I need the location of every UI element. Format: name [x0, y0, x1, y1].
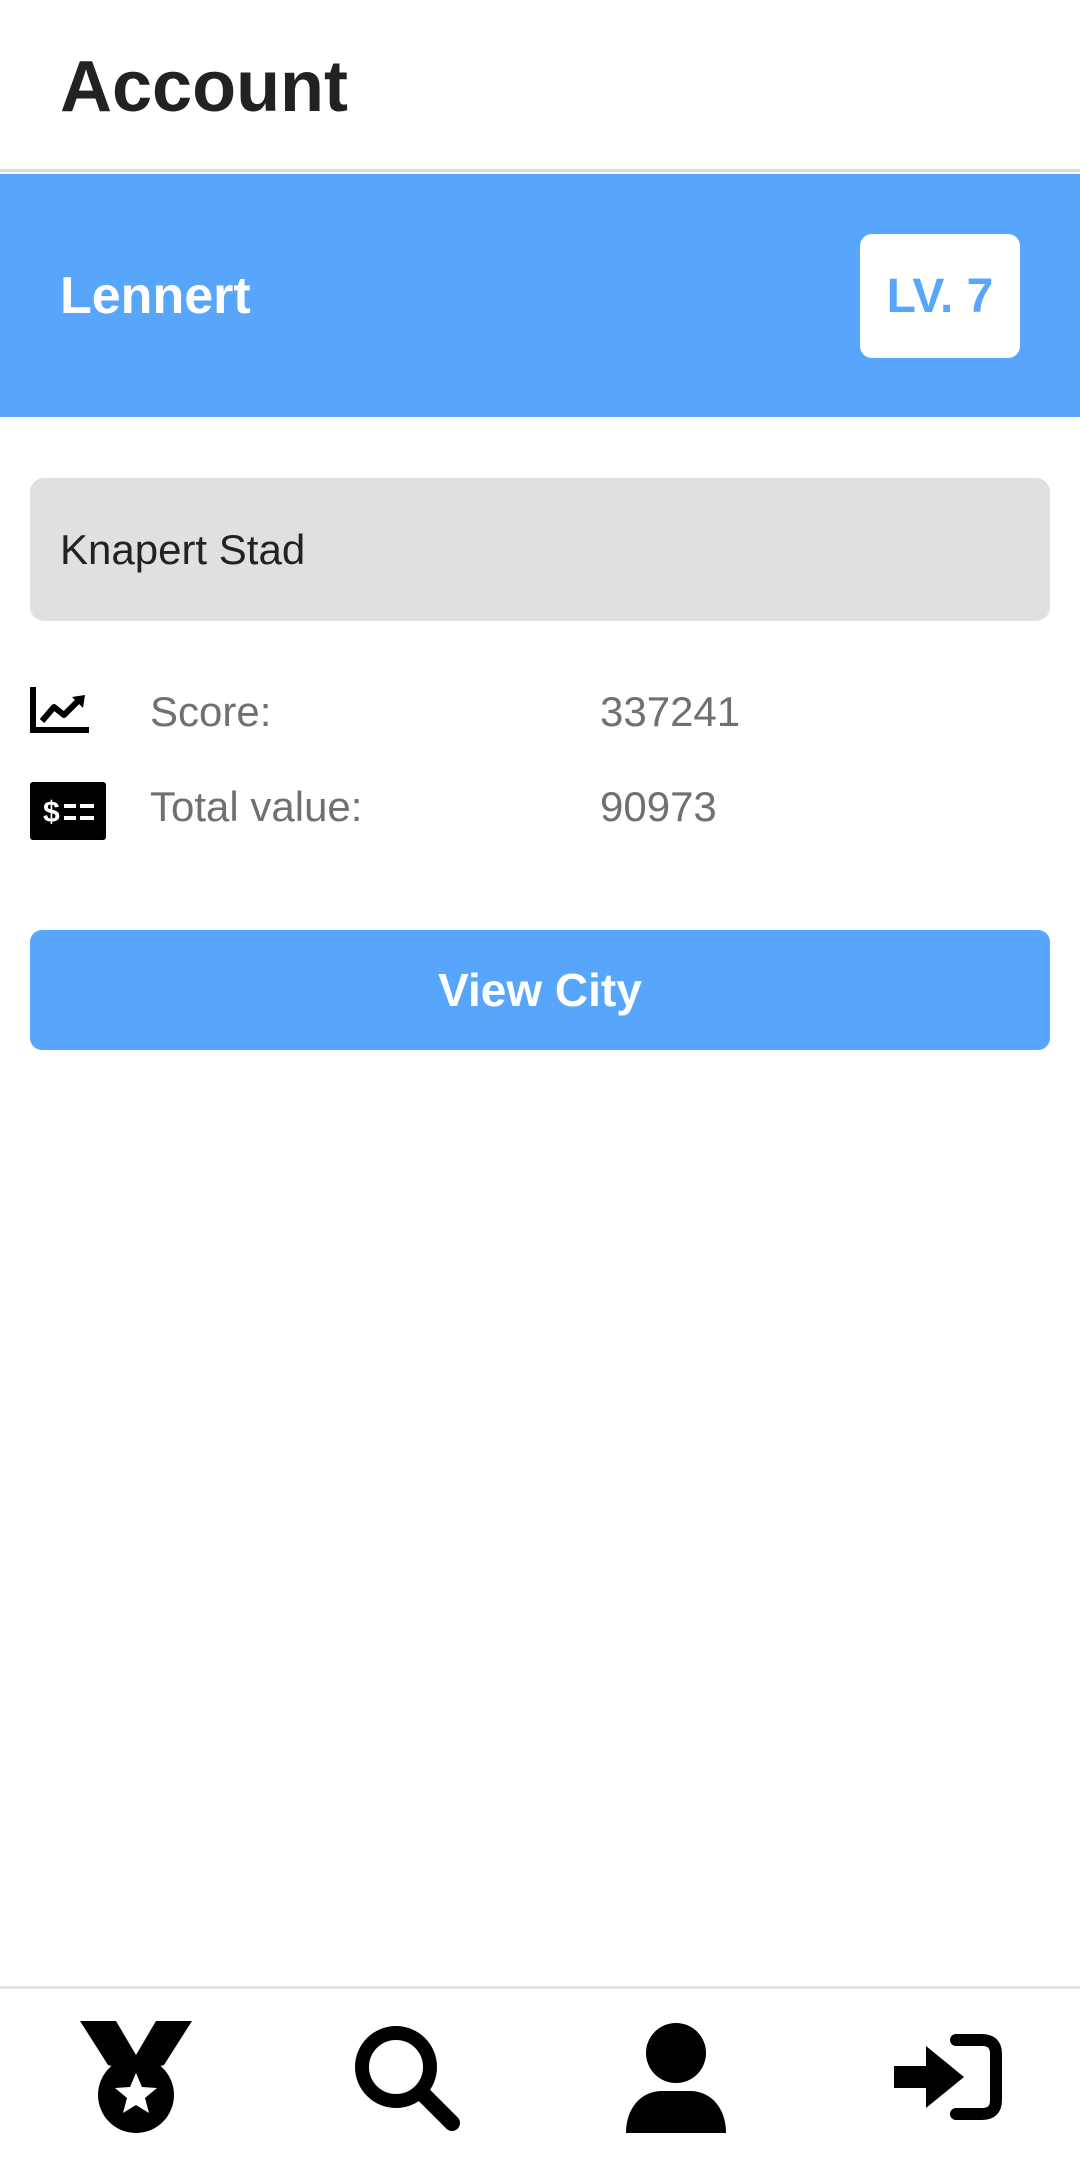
nav-item-medal[interactable]: [68, 2019, 203, 2139]
total-value-row: $ Total value: 90973: [30, 772, 1050, 842]
username: Lennert: [60, 267, 251, 325]
money-check-icon: $: [30, 772, 106, 842]
header: Account: [0, 0, 1080, 172]
user-icon: [620, 2021, 732, 2138]
total-value-label: Total value:: [150, 783, 363, 830]
view-city-button[interactable]: View City: [30, 930, 1050, 1050]
nav-item-search[interactable]: [338, 2019, 473, 2139]
page-title: Account: [60, 47, 348, 127]
nav-item-account[interactable]: [608, 2019, 743, 2139]
profile-banner: Lennert LV. 7: [0, 174, 1080, 417]
city-name-field: Knapert Stad: [30, 478, 1050, 621]
bottom-nav: [0, 1986, 1080, 2160]
score-label: Score:: [150, 688, 272, 735]
search-icon: [350, 2021, 462, 2138]
sign-in-icon: [890, 2032, 1002, 2127]
total-value-value: 90973: [600, 783, 717, 830]
medal-icon: [78, 2020, 194, 2138]
score-value: 337241: [600, 688, 741, 735]
chart-line-icon: [30, 677, 106, 747]
account-screen: Account Lennert LV. 7 Knapert Stad Score…: [0, 0, 1080, 2160]
level-badge: LV. 7: [860, 234, 1020, 358]
score-row: Score: 337241: [30, 677, 1050, 747]
nav-item-sign-in[interactable]: [878, 2019, 1013, 2139]
svg-text:$: $: [43, 796, 60, 829]
